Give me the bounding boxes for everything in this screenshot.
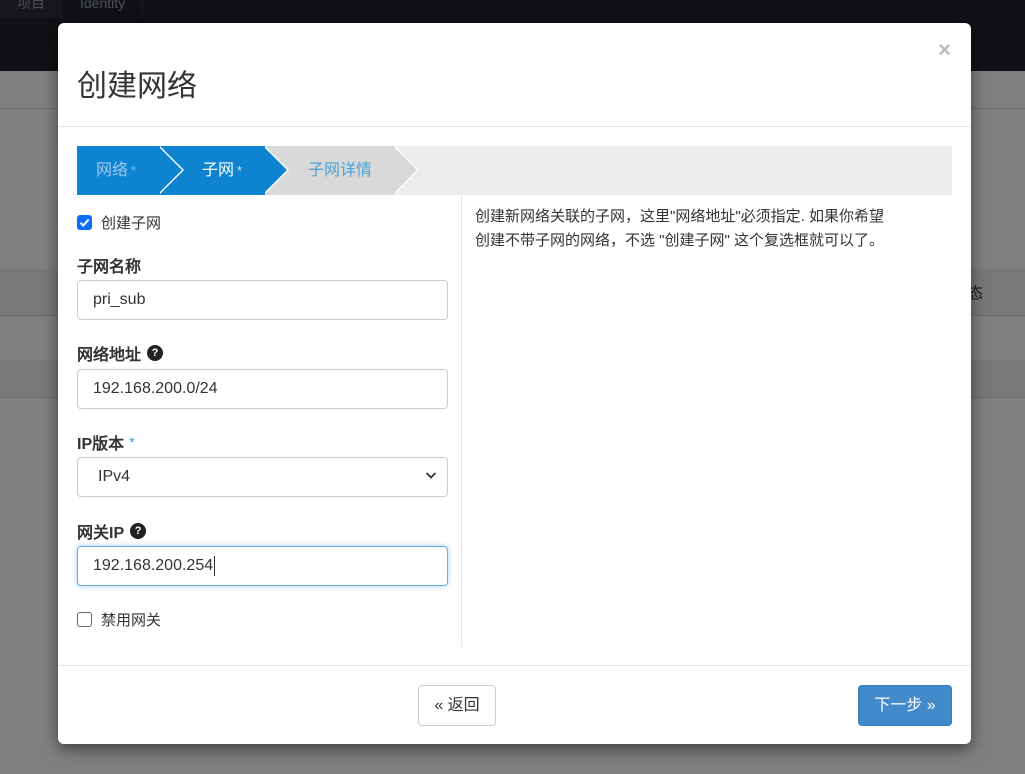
back-button[interactable]: « 返回	[418, 685, 496, 726]
modal-title: 创建网络	[77, 70, 197, 103]
subnet-name-input[interactable]: pri_sub	[77, 280, 448, 320]
subnet-name-label-text: 子网名称	[77, 259, 142, 276]
wizard-steps: 子网详情 子网 * 网络 *	[77, 146, 952, 195]
close-icon[interactable]: ×	[938, 37, 951, 63]
ip-version-label-text: IP版本	[77, 436, 125, 453]
gateway-ip-value: 192.168.200.254	[93, 557, 214, 574]
disable-gateway-label: 禁用网关	[101, 612, 162, 629]
subnet-name-value: pri_sub	[93, 291, 146, 308]
network-address-label: 网络地址 ?	[77, 341, 164, 365]
wizard-step-network[interactable]: 网络 *	[77, 146, 160, 195]
network-address-label-text: 网络地址	[77, 347, 142, 364]
required-mark: *	[131, 163, 137, 178]
wizard-step-label: 子网详情	[308, 162, 373, 179]
create-subnet-label: 创建子网	[101, 215, 162, 232]
create-network-dialog: 创建网络 × 子网详情 子网 * 网络 * 创建子网 子网名称 pri_sub …	[58, 23, 971, 744]
disable-gateway-checkbox-row[interactable]: 禁用网关	[77, 609, 161, 630]
gateway-ip-input[interactable]: 192.168.200.254	[77, 546, 448, 586]
check-icon	[79, 218, 90, 227]
column-divider	[461, 195, 462, 647]
step-separator	[158, 146, 182, 194]
modal-header: 创建网络 ×	[58, 23, 971, 127]
network-address-input[interactable]: 192.168.200.0/24	[77, 369, 448, 409]
step-separator	[393, 146, 417, 194]
gateway-ip-label-text: 网关IP	[77, 525, 125, 542]
modal-footer: « 返回 下一步 »	[58, 665, 971, 745]
question-circle-icon[interactable]: ?	[130, 523, 147, 539]
next-button[interactable]: 下一步 »	[858, 685, 952, 726]
required-mark: *	[129, 434, 135, 450]
ip-version-select[interactable]: IPv4	[77, 457, 448, 497]
wizard-step-label: 子网	[202, 162, 235, 179]
chevron-down-icon	[425, 458, 437, 496]
create-subnet-checkbox-row[interactable]: 创建子网	[77, 212, 161, 233]
step-separator	[263, 146, 287, 194]
help-description: 创建新网络关联的子网，这里"网络地址"必须指定. 如果你希望创建不带子网的网络，…	[475, 208, 884, 249]
subnet-name-label: 子网名称	[77, 253, 141, 277]
wizard-step-label: 网络	[96, 162, 129, 179]
required-mark: *	[237, 163, 243, 178]
disable-gateway-checkbox[interactable]	[77, 612, 92, 627]
network-address-value: 192.168.200.0/24	[93, 380, 218, 397]
question-circle-icon[interactable]: ?	[147, 345, 164, 361]
ip-version-label: IP版本 *	[77, 430, 135, 454]
create-subnet-checkbox[interactable]	[77, 215, 92, 230]
text-cursor	[214, 555, 216, 576]
ip-version-selected-value: IPv4	[98, 468, 131, 485]
gateway-ip-label: 网关IP ?	[77, 519, 147, 543]
